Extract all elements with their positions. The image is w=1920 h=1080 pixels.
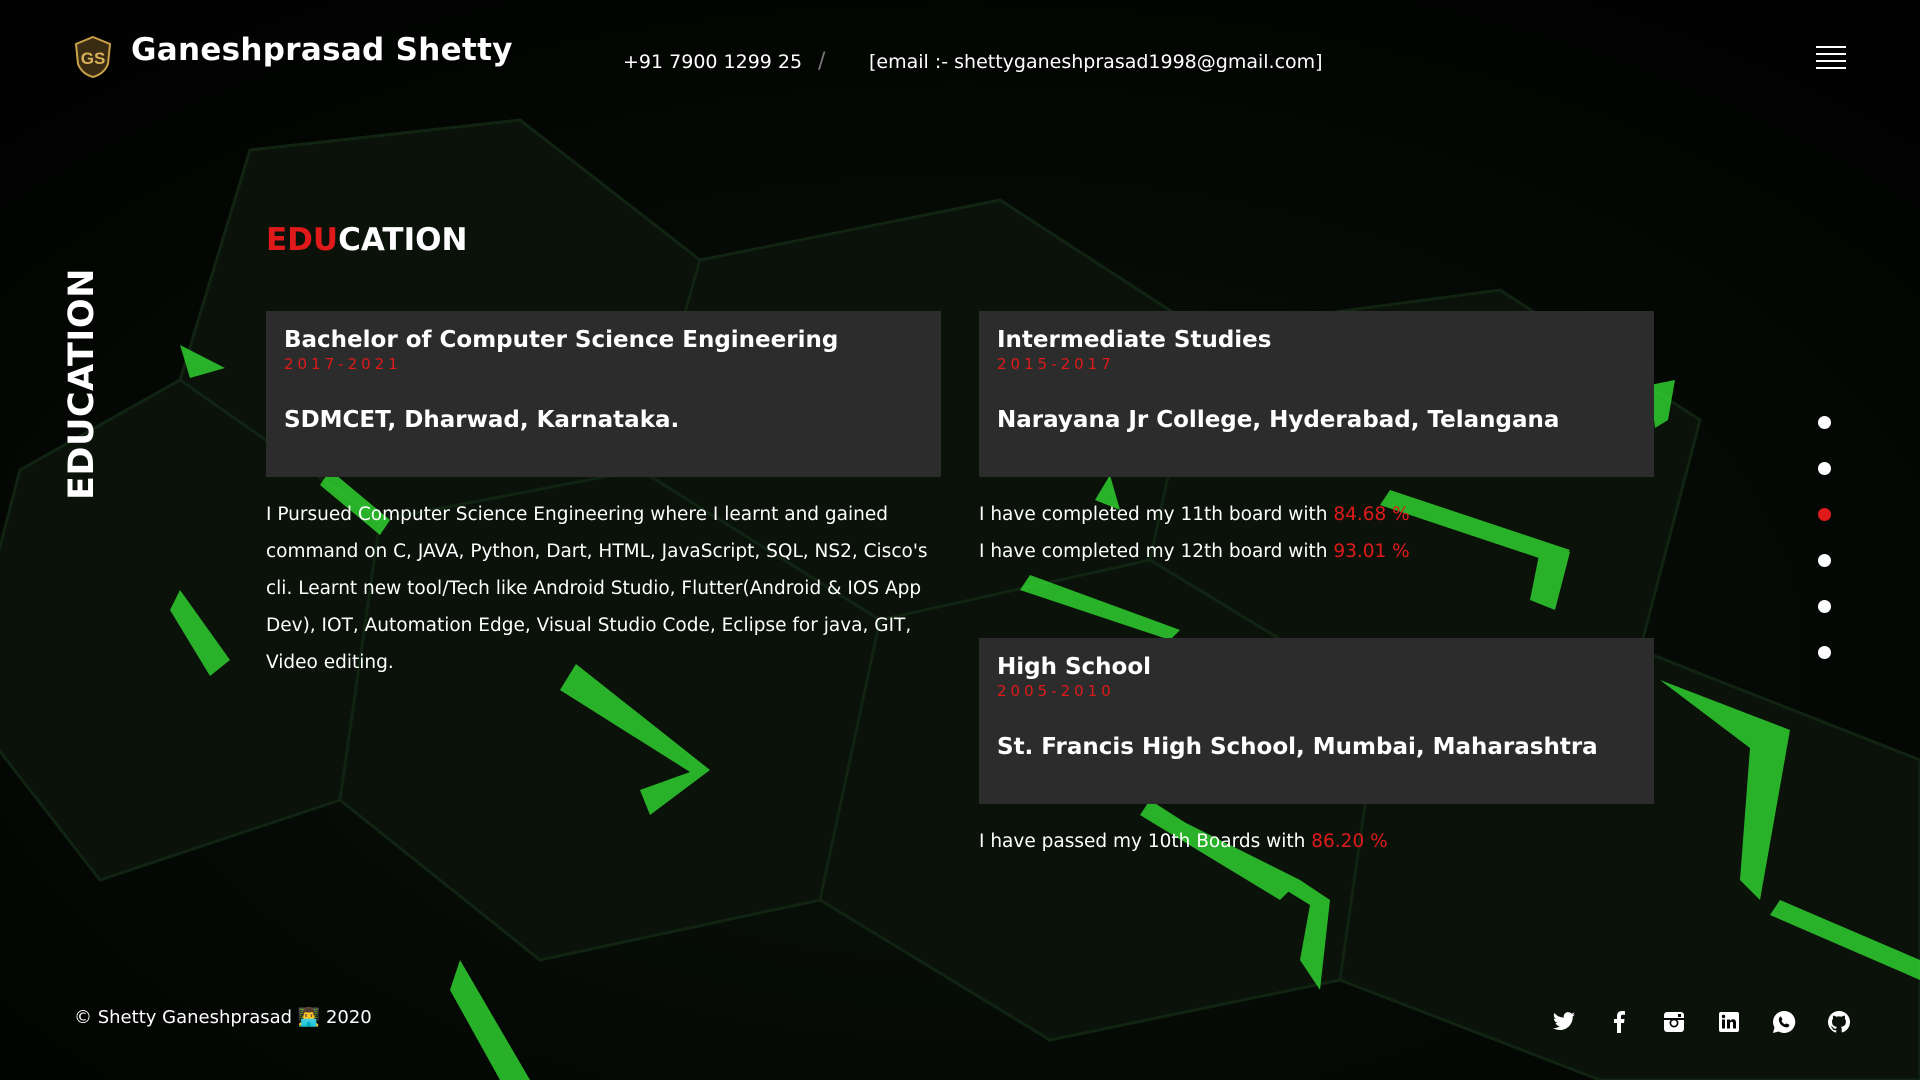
bachelor-description: I Pursued Computer Science Engineering w… xyxy=(266,504,928,673)
card-title: High School xyxy=(997,654,1152,680)
card-years: 2017-2021 xyxy=(284,355,402,373)
vertical-section-title: EDUCATION xyxy=(62,268,102,500)
card-school: SDMCET, Dharwad, Karnataka. xyxy=(284,407,680,433)
technologist-emoji: 👨‍💻 xyxy=(297,1007,321,1028)
result-percentage: 86.20 % xyxy=(1311,831,1388,852)
result-percentage: 93.01 % xyxy=(1333,541,1410,562)
linkedin-icon[interactable] xyxy=(1715,1008,1743,1036)
section-heading: EDUCATION xyxy=(266,222,467,258)
whatsapp-icon[interactable] xyxy=(1770,1008,1798,1036)
card-school: Narayana Jr College, Hyderabad, Telangan… xyxy=(997,407,1560,433)
nav-dot-2[interactable] xyxy=(1818,462,1831,475)
email-address[interactable]: [email :- shettyganeshprasad1998@gmail.c… xyxy=(869,51,1323,73)
copyright-year: 2020 xyxy=(325,1007,372,1028)
heading-rest: CATION xyxy=(338,222,468,258)
intermediate-results: I have completed my 11th board with 84.6… xyxy=(979,496,1679,570)
nav-dot-3-active[interactable] xyxy=(1818,508,1831,521)
logo-icon[interactable]: GS xyxy=(74,36,112,78)
education-card-intermediate: Intermediate Studies 2015-2017 Narayana … xyxy=(979,311,1654,477)
card-title: Intermediate Studies xyxy=(997,327,1272,353)
instagram-icon[interactable] xyxy=(1660,1008,1688,1036)
phone-number[interactable]: +91 7900 1299 25 xyxy=(623,51,802,73)
hamburger-menu-icon[interactable] xyxy=(1816,46,1846,74)
card-years: 2015-2017 xyxy=(997,355,1115,373)
github-icon[interactable] xyxy=(1825,1008,1853,1036)
card-years: 2005-2010 xyxy=(997,682,1115,700)
social-links xyxy=(1550,1008,1853,1036)
section-dot-nav xyxy=(1818,416,1834,692)
facebook-icon[interactable] xyxy=(1605,1008,1633,1036)
twitter-icon[interactable] xyxy=(1550,1008,1578,1036)
heading-accent: EDU xyxy=(266,222,339,258)
education-card-high-school: High School 2005-2010 St. Francis High S… xyxy=(979,638,1654,804)
result-percentage: 84.68 % xyxy=(1333,504,1410,525)
education-card-bachelor: Bachelor of Computer Science Engineering… xyxy=(266,311,941,477)
card-title: Bachelor of Computer Science Engineering xyxy=(284,327,839,353)
nav-dot-5[interactable] xyxy=(1818,600,1831,613)
result-line-11th: I have completed my 11th board with 84.6… xyxy=(979,504,1410,525)
nav-dot-6[interactable] xyxy=(1818,646,1831,659)
nav-dot-1[interactable] xyxy=(1818,416,1831,429)
card-school: St. Francis High School, Mumbai, Maharas… xyxy=(997,734,1598,760)
copyright-text: © Shetty Ganeshprasad 👨‍💻 2020 xyxy=(74,1007,372,1028)
nav-dot-4[interactable] xyxy=(1818,554,1831,567)
result-line-10th: I have passed my 10th Boards with 86.20 … xyxy=(979,831,1388,852)
high-school-results: I have passed my 10th Boards with 86.20 … xyxy=(979,823,1679,860)
header-separator: / xyxy=(818,49,826,74)
svg-text:GS: GS xyxy=(81,49,106,68)
result-line-12th: I have completed my 12th board with 93.0… xyxy=(979,541,1410,562)
brand-name[interactable]: Ganeshprasad Shetty xyxy=(131,32,513,68)
